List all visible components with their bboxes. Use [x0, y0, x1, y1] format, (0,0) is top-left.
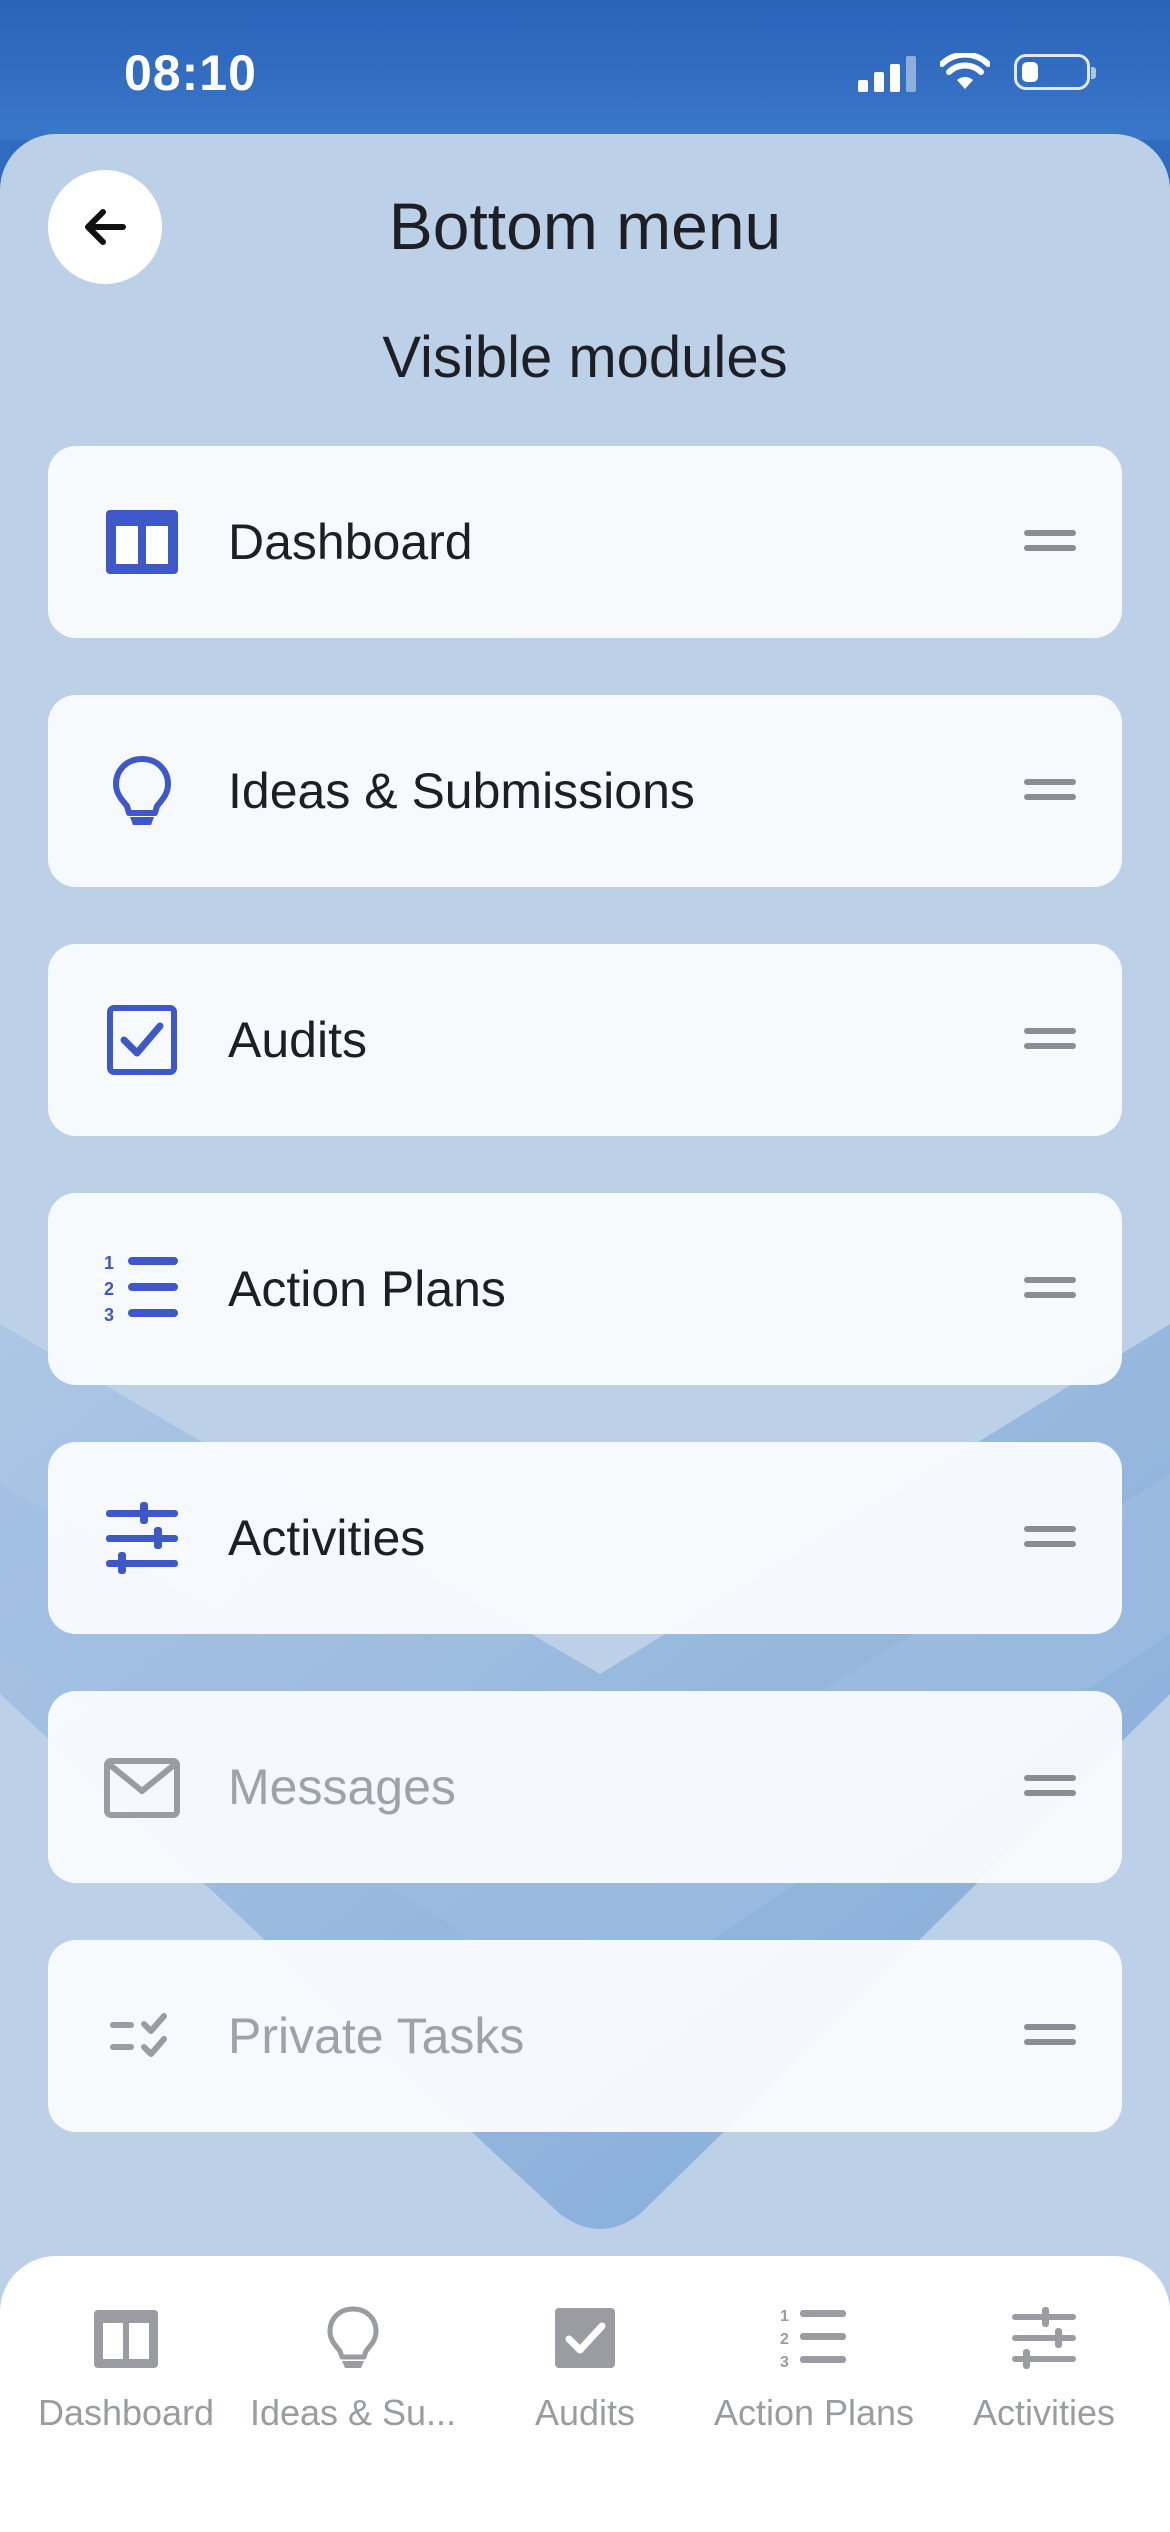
wifi-icon	[940, 53, 990, 89]
drag-handle-icon[interactable]	[1024, 1277, 1076, 1301]
tab-label: Audits	[534, 2392, 636, 2433]
settings-sheet: Bottom menu Visible modules Dashboard Id…	[0, 134, 1170, 2532]
module-label: Action Plans	[228, 1261, 506, 1317]
battery-icon	[1014, 54, 1096, 90]
drag-handle-icon[interactable]	[1024, 1028, 1076, 1052]
columns-icon	[94, 2310, 158, 2368]
tab-label: Activities	[972, 2392, 1116, 2433]
svg-text:3: 3	[780, 2354, 789, 2371]
drag-handle-icon[interactable]	[1024, 1775, 1076, 1799]
numbered-list-icon: 1 2 3	[104, 1253, 178, 1325]
module-row-ideas-submissions[interactable]: Ideas & Submissions	[48, 695, 1122, 887]
svg-text:1: 1	[104, 1253, 114, 1273]
page-title: Bottom menu	[388, 189, 782, 263]
module-label: Dashboard	[228, 514, 473, 570]
cellular-signal-icon	[858, 52, 916, 92]
tab-activities[interactable]: Activities	[927, 2256, 1161, 2456]
drag-handle-icon[interactable]	[1024, 2024, 1076, 2048]
tab-action-plans[interactable]: 1 2 3 Action Plans	[697, 2256, 931, 2456]
checkbox-icon	[107, 1005, 177, 1075]
module-label: Private Tasks	[228, 2008, 525, 2064]
module-label: Audits	[228, 1012, 367, 1068]
drag-handle-icon[interactable]	[1024, 779, 1076, 803]
module-row-audits[interactable]: Audits	[48, 944, 1122, 1136]
numbered-list-icon: 1 2 3	[780, 2308, 846, 2371]
lightbulb-icon	[113, 756, 171, 825]
svg-text:3: 3	[104, 1305, 114, 1325]
tab-label: Dashboard	[37, 2392, 215, 2433]
status-bar: 08:10	[0, 0, 1170, 140]
section-title: Visible modules	[382, 325, 788, 390]
module-row-dashboard[interactable]: Dashboard	[48, 446, 1122, 638]
tab-label: Action Plans	[713, 2392, 915, 2433]
drag-handle-icon[interactable]	[1024, 530, 1076, 554]
module-row-private-tasks[interactable]: Private Tasks	[48, 1940, 1122, 2132]
sliders-icon	[106, 1502, 178, 1574]
columns-icon	[106, 510, 178, 574]
tab-label: Ideas & Su...	[249, 2392, 457, 2433]
tab-ideas-submissions[interactable]: Ideas & Su...	[236, 2256, 470, 2456]
envelope-icon	[104, 1758, 180, 1818]
svg-text:2: 2	[780, 2331, 789, 2348]
tab-audits[interactable]: Audits	[468, 2256, 702, 2456]
module-row-activities[interactable]: Activities	[48, 1442, 1122, 1634]
svg-text:1: 1	[780, 2308, 789, 2325]
module-row-messages[interactable]: Messages	[48, 1691, 1122, 1883]
svg-text:2: 2	[104, 1279, 114, 1299]
status-icons	[858, 52, 1096, 92]
battery-level	[1022, 62, 1038, 82]
status-time: 08:10	[124, 45, 257, 101]
module-label: Activities	[228, 1510, 426, 1566]
module-row-action-plans[interactable]: 1 2 3 Action Plans	[48, 1193, 1122, 1385]
module-label: Messages	[228, 1759, 456, 1815]
bottom-nav-bar: Dashboard Ideas & Su... Audits 1 2 3 Act…	[0, 2256, 1170, 2532]
module-label: Ideas & Submissions	[228, 763, 695, 819]
checkbox-icon	[555, 2308, 615, 2368]
drag-handle-icon[interactable]	[1024, 1526, 1076, 1550]
task-list-icon	[110, 2013, 167, 2057]
tab-dashboard[interactable]: Dashboard	[9, 2256, 243, 2456]
sliders-icon	[1012, 2307, 1076, 2369]
lightbulb-icon	[327, 2306, 379, 2368]
